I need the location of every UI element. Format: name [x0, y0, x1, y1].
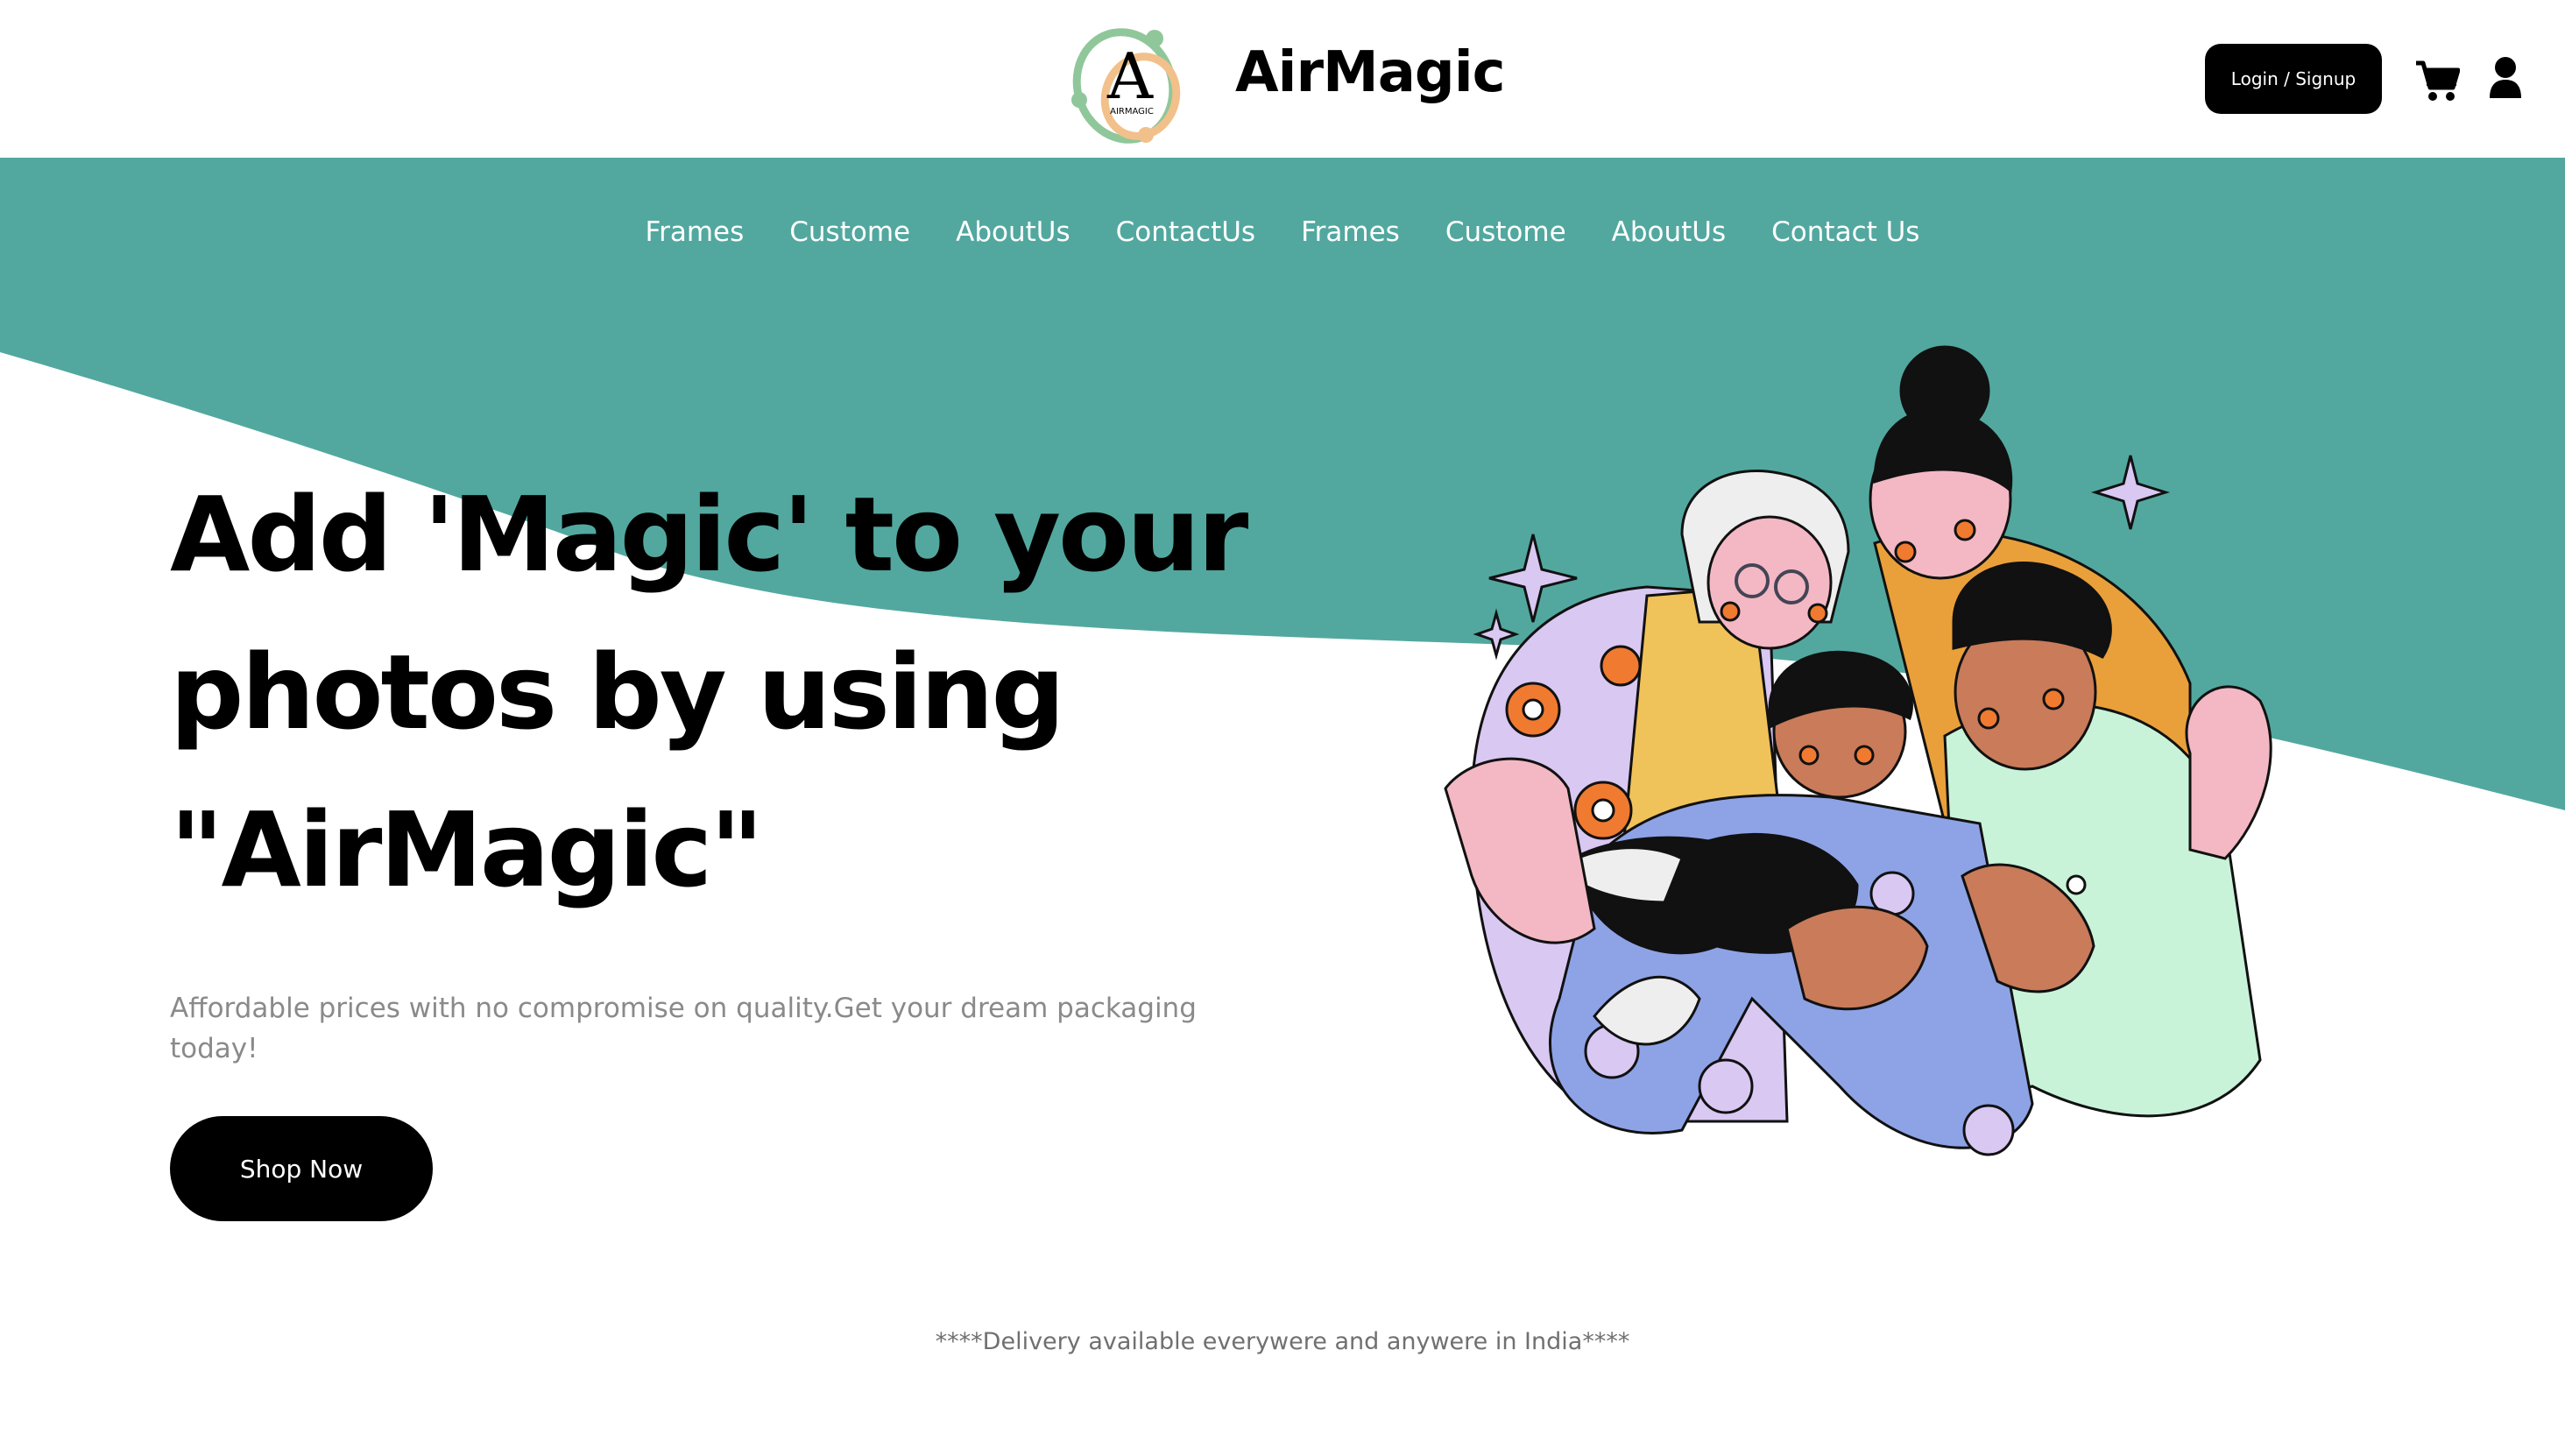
cart-icon[interactable] — [2414, 60, 2460, 102]
nav-item-aboutus-2[interactable]: AboutUs — [1612, 210, 1727, 254]
hero-title-line-1: Add 'Magic' to your — [170, 474, 1248, 595]
nav-item-frames[interactable]: Frames — [646, 210, 745, 254]
family-illustration — [1444, 345, 2272, 1156]
hero-title-line-3: "AirMagic" — [170, 789, 764, 910]
svg-text:A: A — [1106, 39, 1154, 113]
user-icon[interactable] — [2488, 56, 2523, 100]
nav-item-aboutus[interactable]: AboutUs — [956, 210, 1071, 254]
login-signup-button[interactable]: Login / Signup — [2205, 44, 2382, 114]
svg-text:AIRMAGIC: AIRMAGIC — [1110, 107, 1154, 117]
hero-subtitle: Affordable prices with no compromise on … — [170, 993, 1197, 1064]
hero-title: Add 'Magic' to your photos by using "Air… — [170, 456, 1309, 929]
nav-item-custome[interactable]: Custome — [789, 210, 910, 254]
airmagic-logo[interactable]: A AIRMAGIC — [1060, 12, 1200, 149]
nav-item-frames-2[interactable]: Frames — [1301, 210, 1400, 254]
nav-item-contactus[interactable]: ContactUs — [1116, 210, 1255, 254]
nav-item-custome-2[interactable]: Custome — [1445, 210, 1566, 254]
delivery-note: ****Delivery available everywere and any… — [935, 1328, 1630, 1355]
hero-title-line-2: photos by using — [170, 632, 1065, 753]
nav-item-contact-us[interactable]: Contact Us — [1771, 210, 1919, 254]
site-header: A AIRMAGIC AirMagic Login / Signup — [0, 0, 2565, 158]
brand-name: AirMagic — [1235, 40, 1506, 105]
main-nav: Frames Custome AboutUs ContactUs Frames … — [0, 210, 2565, 254]
shop-now-button[interactable]: Shop Now — [170, 1116, 433, 1221]
